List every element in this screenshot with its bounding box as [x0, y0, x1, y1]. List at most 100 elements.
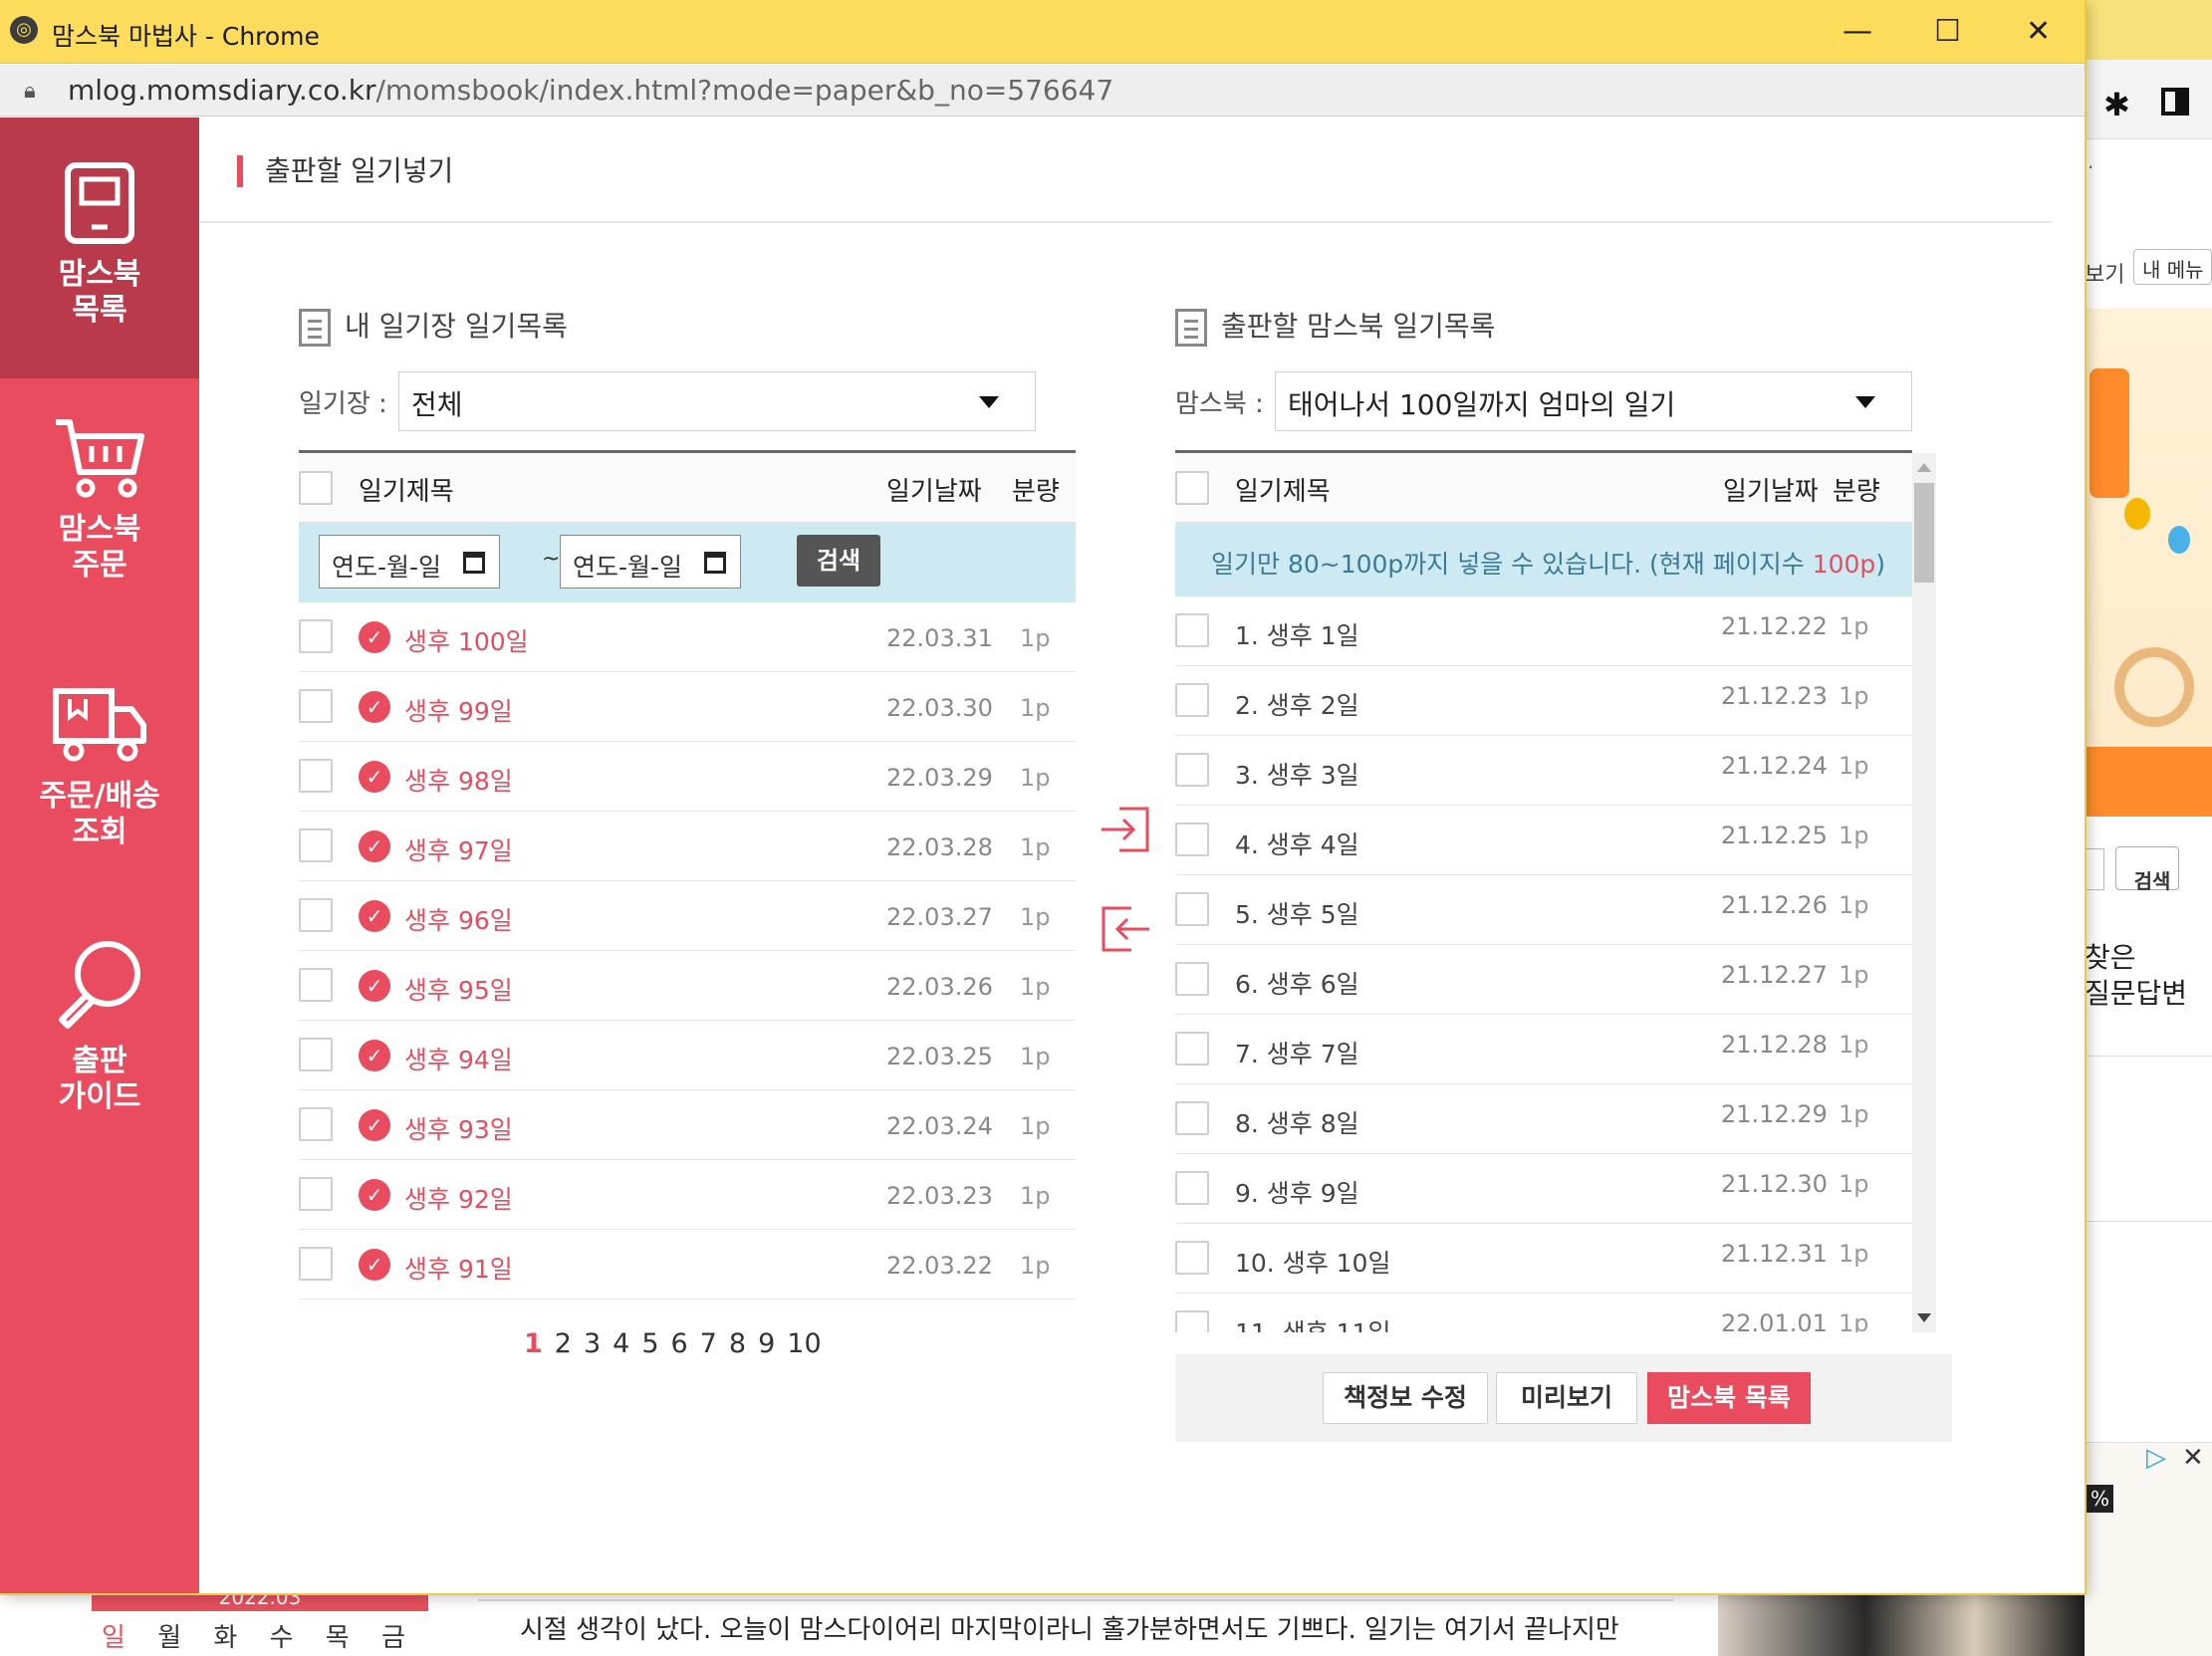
table-row[interactable]: 11. 생후 11일 22.01.01 1p	[1175, 1294, 1912, 1332]
table-row[interactable]: 3. 생후 3일 21.12.24 1p	[1175, 736, 1912, 806]
scroll-up-arrow-icon[interactable]	[1917, 463, 1931, 472]
row-checkbox[interactable]	[1175, 1241, 1209, 1275]
background-bogi-link[interactable]: 보기	[2085, 257, 2124, 289]
row-checkbox[interactable]	[299, 828, 333, 862]
table-row[interactable]: ✓ 생후 91일 22.03.22 1p	[299, 1230, 1076, 1300]
sidebar: 맘스북 목록 맘스북 주문 주문/배송 조회 출판 가이드	[0, 118, 199, 1593]
page-link[interactable]: 8	[729, 1328, 746, 1359]
edit-book-info-button[interactable]: 책정보 수정	[1323, 1372, 1488, 1424]
date-to-input[interactable]: 연도-월-일	[560, 535, 741, 589]
maximize-button[interactable]: ☐	[1934, 14, 1961, 49]
page-link[interactable]: 5	[641, 1328, 658, 1359]
row-checkbox[interactable]	[1175, 613, 1209, 647]
row-checkbox[interactable]	[299, 619, 333, 653]
ad-choices-icon[interactable]: ▷	[2146, 1443, 2166, 1473]
table-row[interactable]: ✓ 생후 96일 22.03.27 1p	[299, 881, 1076, 951]
row-checkbox[interactable]	[1175, 1032, 1209, 1065]
table-row[interactable]: 4. 생후 4일 21.12.25 1p	[1175, 806, 1912, 875]
row-checkbox[interactable]	[1175, 1101, 1209, 1135]
table-row[interactable]: 6. 생후 6일 21.12.27 1p	[1175, 945, 1912, 1015]
preview-button[interactable]: 미리보기	[1496, 1372, 1637, 1424]
row-checkbox[interactable]	[1175, 823, 1209, 856]
date-from-input[interactable]: 연도-월-일	[319, 535, 500, 589]
lock-icon[interactable]: 🔒︎	[24, 79, 36, 104]
background-ad[interactable]: % ▷ ✕	[2085, 1442, 2212, 1656]
add-to-book-arrow-icon[interactable]	[1098, 803, 1153, 856]
select-all-checkbox[interactable]	[1175, 471, 1209, 505]
minimize-button[interactable]: —	[1843, 14, 1872, 49]
table-row[interactable]: ✓ 생후 100일 22.03.31 1p	[299, 602, 1076, 672]
sidebar-item-publishing-guide[interactable]: 출판 가이드	[0, 936, 199, 1175]
table-row[interactable]: 5. 생후 5일 21.12.26 1p	[1175, 875, 1912, 945]
address-bar[interactable]: 🔒︎ mlog.momsdiary.co.kr/momsbook/index.h…	[0, 65, 2085, 117]
sidebar-item-book-order[interactable]: 맘스북 주문	[0, 416, 199, 635]
row-checkbox[interactable]	[299, 1107, 333, 1141]
table-row[interactable]: ✓ 생후 97일 22.03.28 1p	[299, 812, 1076, 881]
table-row[interactable]: 10. 생후 10일 21.12.31 1p	[1175, 1224, 1912, 1294]
search-button[interactable]: 검색	[797, 535, 880, 587]
select-all-checkbox[interactable]	[299, 471, 333, 505]
truck-icon	[53, 688, 146, 762]
row-checkbox[interactable]	[1175, 892, 1209, 926]
right-section-title-text: 출판할 맘스북 일기목록	[1221, 310, 1496, 343]
table-row[interactable]: ✓ 생후 94일 22.03.25 1p	[299, 1021, 1076, 1090]
table-row[interactable]: 2. 생후 2일 21.12.23 1p	[1175, 666, 1912, 736]
row-checkbox[interactable]	[299, 689, 333, 723]
page-link[interactable]: 9	[758, 1328, 775, 1359]
diary-select[interactable]: 전체	[398, 371, 1036, 431]
side-panel-icon[interactable]	[2161, 88, 2189, 116]
page-link[interactable]: 3	[584, 1328, 601, 1359]
close-button[interactable]: ✕	[2026, 14, 2051, 49]
right-diary-list[interactable]: 일기제목 일기날짜 분량 일기만 80~100p까지 넣을 수 있습니다. (현…	[1175, 450, 1912, 1332]
background-photo-strip[interactable]	[1718, 1593, 2085, 1656]
row-checkbox[interactable]	[1175, 683, 1209, 717]
page-link[interactable]: 2	[555, 1328, 572, 1359]
table-row[interactable]: ✓ 생후 92일 22.03.23 1p	[299, 1160, 1076, 1230]
background-search-button[interactable]: 검색	[2115, 846, 2179, 893]
row-checkbox[interactable]	[299, 1177, 333, 1211]
url-text[interactable]: mlog.momsdiary.co.kr/momsbook/index.html…	[68, 74, 1113, 107]
row-checkbox[interactable]	[1175, 962, 1209, 996]
page-link-current[interactable]: 1	[524, 1328, 543, 1359]
page-link[interactable]: 6	[671, 1328, 688, 1359]
extensions-icon[interactable]: ✱	[2103, 86, 2130, 123]
row-checkbox[interactable]	[299, 1038, 333, 1071]
calendar-day: 일	[102, 1623, 137, 1653]
table-row[interactable]: ✓ 생후 93일 22.03.24 1p	[299, 1090, 1076, 1160]
page-link[interactable]: 7	[700, 1328, 717, 1359]
row-checkbox[interactable]	[1175, 1171, 1209, 1205]
table-row[interactable]: 1. 생후 1일 21.12.22 1p	[1175, 596, 1912, 666]
row-checkbox[interactable]	[299, 759, 333, 793]
background-search-input[interactable]	[2085, 848, 2104, 890]
window-titlebar[interactable]: ◎ 맘스북 마법사 - Chrome — ☐ ✕	[0, 0, 2085, 64]
table-row[interactable]: ✓ 생후 98일 22.03.29 1p	[299, 742, 1076, 812]
page-link[interactable]: 10	[787, 1328, 821, 1359]
table-row[interactable]: ✓ 생후 95일 22.03.26 1p	[299, 951, 1076, 1021]
momsbook-select[interactable]: 태어나서 100일까지 엄마의 일기	[1275, 371, 1912, 431]
row-title: 5. 생후 5일	[1235, 900, 1359, 929]
row-checkbox[interactable]	[299, 1247, 333, 1281]
background-banner-image[interactable]	[2085, 309, 2212, 817]
calendar-icon[interactable]	[704, 552, 726, 574]
scroll-down-arrow-icon[interactable]	[1917, 1313, 1931, 1322]
ad-close-icon[interactable]: ✕	[2182, 1443, 2204, 1473]
row-checkbox[interactable]	[1175, 753, 1209, 787]
remove-from-book-arrow-icon[interactable]	[1098, 902, 1153, 956]
momsbook-list-button[interactable]: 맘스북 목록	[1647, 1372, 1811, 1424]
sidebar-item-book-list[interactable]: 맘스북 목록	[0, 118, 199, 378]
table-row[interactable]: 7. 생후 7일 21.12.28 1p	[1175, 1015, 1912, 1084]
calendar-icon[interactable]	[463, 552, 485, 574]
row-checkbox[interactable]	[1175, 1310, 1209, 1332]
scrollbar-thumb[interactable]	[1914, 483, 1934, 583]
table-row[interactable]: 8. 생후 8일 21.12.29 1p	[1175, 1084, 1912, 1154]
my-menu-button[interactable]: 내 메뉴	[2133, 249, 2212, 285]
momsbook-select-label: 맘스북 :	[1175, 389, 1264, 419]
window-title: 맘스북 마법사 - Chrome	[52, 22, 320, 51]
sidebar-item-order-tracking[interactable]: 주문/배송 조회	[0, 683, 199, 912]
row-checkbox[interactable]	[299, 898, 333, 932]
table-row[interactable]: ✓ 생후 99일 22.03.30 1p	[299, 672, 1076, 742]
row-checkbox[interactable]	[299, 968, 333, 1002]
page-link[interactable]: 4	[613, 1328, 629, 1359]
right-list-scrollbar[interactable]	[1912, 453, 1936, 1332]
table-row[interactable]: 9. 생후 9일 21.12.30 1p	[1175, 1154, 1912, 1224]
